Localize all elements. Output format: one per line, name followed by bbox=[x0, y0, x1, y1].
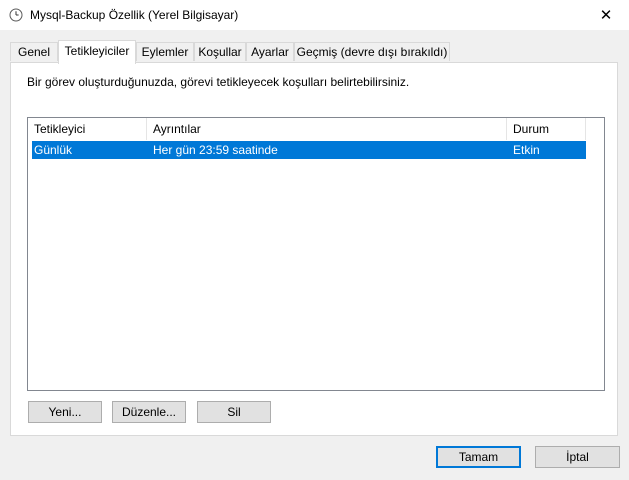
column-header-trigger[interactable]: Tetikleyici bbox=[28, 118, 147, 140]
column-header-details[interactable]: Ayrıntılar bbox=[147, 118, 507, 140]
edit-button[interactable]: Düzenle... bbox=[112, 401, 186, 423]
tab-history[interactable]: Geçmiş (devre dışı bırakıldı) bbox=[294, 42, 450, 61]
close-icon: ✕ bbox=[599, 7, 613, 24]
ok-button[interactable]: Tamam bbox=[436, 446, 521, 468]
tab-triggers[interactable]: Tetikleyiciler bbox=[58, 40, 136, 64]
tab-general[interactable]: Genel bbox=[10, 42, 58, 61]
tab-conditions[interactable]: Koşullar bbox=[194, 42, 246, 61]
cell-trigger: Günlük bbox=[34, 143, 73, 157]
column-header-status[interactable]: Durum bbox=[507, 118, 586, 140]
list-header: Tetikleyici Ayrıntılar Durum bbox=[28, 118, 586, 140]
triggers-list[interactable]: Tetikleyici Ayrıntılar Durum Günlük Her … bbox=[27, 117, 605, 391]
table-row[interactable]: Günlük Her gün 23:59 saatinde Etkin bbox=[32, 141, 586, 159]
title-bar: Mysql-Backup Özellik (Yerel Bilgisayar) … bbox=[0, 0, 629, 30]
delete-button[interactable]: Sil bbox=[197, 401, 271, 423]
tab-settings[interactable]: Ayarlar bbox=[246, 42, 294, 61]
cancel-button[interactable]: İptal bbox=[535, 446, 620, 468]
window-title: Mysql-Backup Özellik (Yerel Bilgisayar) bbox=[30, 8, 239, 22]
panel-description: Bir görev oluşturduğunuzda, görevi tetik… bbox=[27, 75, 410, 89]
cell-details: Her gün 23:59 saatinde bbox=[153, 143, 278, 157]
tab-actions[interactable]: Eylemler bbox=[136, 42, 194, 61]
clock-icon bbox=[9, 8, 23, 22]
cell-status: Etkin bbox=[513, 143, 540, 157]
new-button[interactable]: Yeni... bbox=[28, 401, 102, 423]
close-button[interactable]: ✕ bbox=[583, 0, 629, 30]
triggers-panel: Bir görev oluşturduğunuzda, görevi tetik… bbox=[10, 62, 618, 436]
